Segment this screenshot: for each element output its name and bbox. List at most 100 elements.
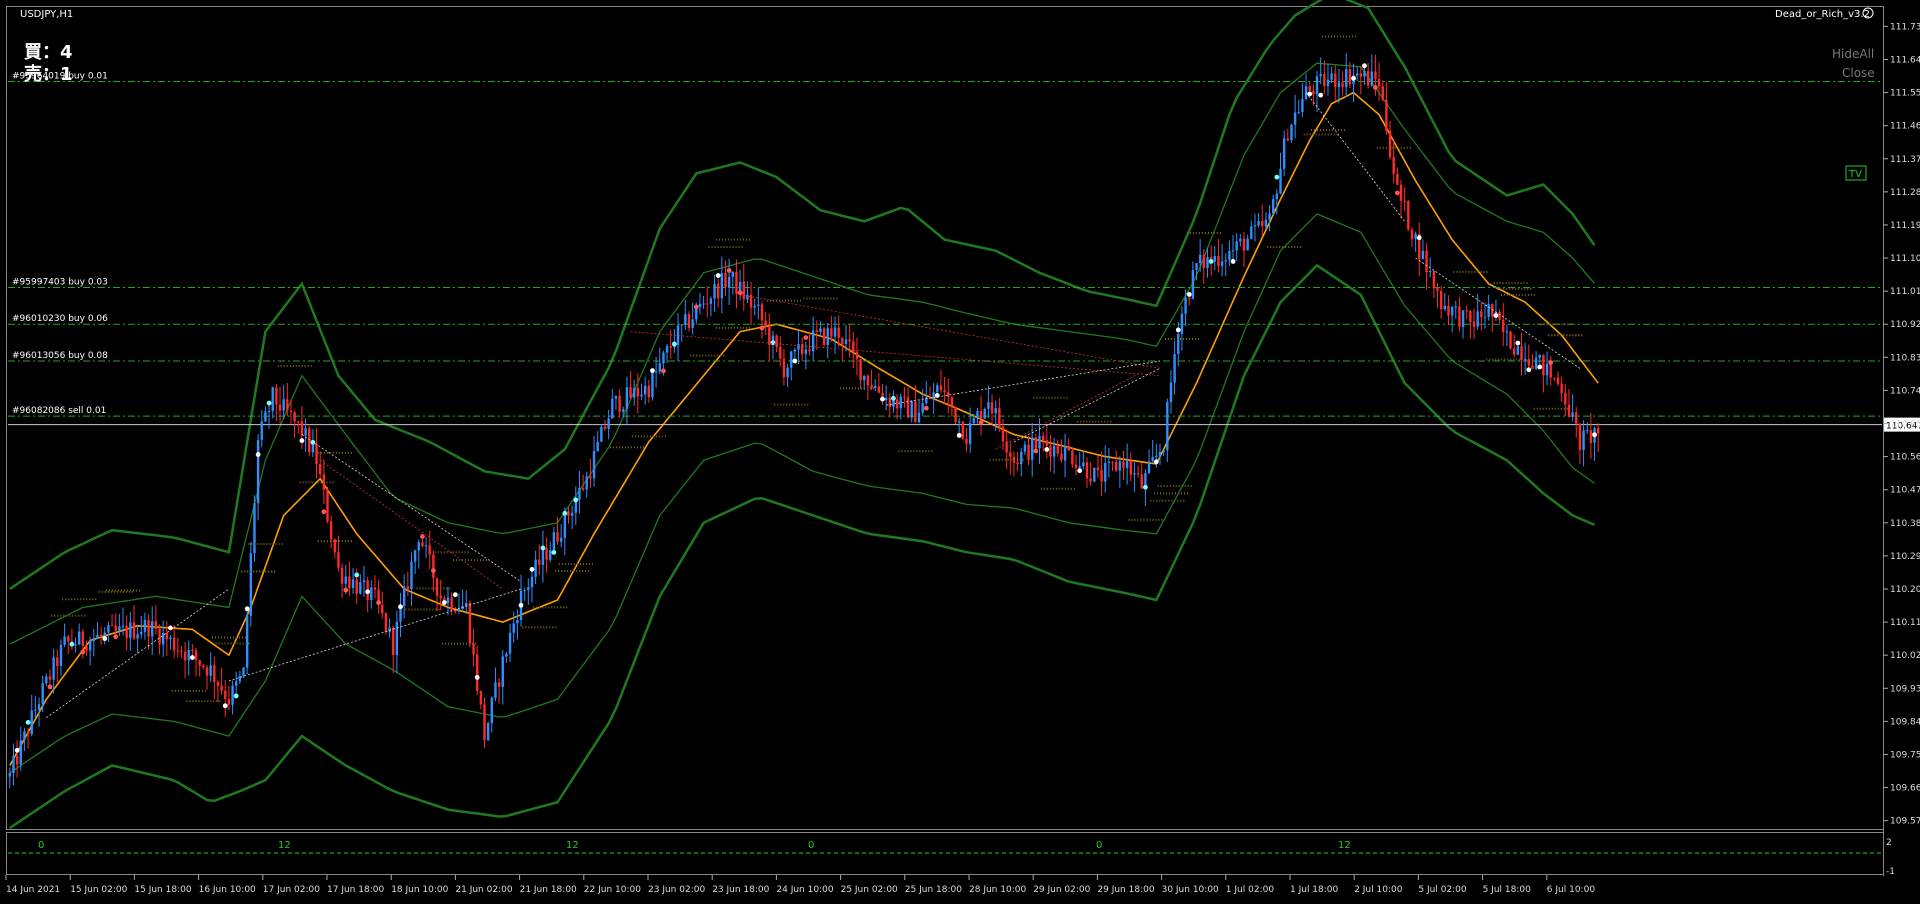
bear-candle [158, 628, 161, 645]
tv-button[interactable]: TV [1848, 169, 1862, 180]
trade-marker [573, 497, 579, 503]
trade-marker [452, 592, 458, 598]
bear-candle [15, 755, 19, 765]
price-tick-label: 110.290 [1890, 552, 1920, 562]
bear-candle [1286, 138, 1290, 141]
bear-candle [1242, 238, 1246, 251]
bear-candle [567, 511, 570, 516]
bull-candle [19, 740, 22, 765]
price-chart[interactable]: #95964019 buy 0.01 #95997403 buy 0.03 #960… [0, 0, 1920, 900]
trade-marker [1230, 259, 1236, 264]
bull-candle [140, 631, 143, 635]
bear-candle [961, 421, 965, 439]
bull-candle [505, 653, 508, 657]
bear-candle [837, 327, 840, 338]
bear-candle [337, 552, 340, 568]
bull-candle [92, 638, 96, 641]
trade-marker [1493, 313, 1499, 318]
bull-candle [1147, 461, 1151, 473]
bull-candle [1487, 303, 1490, 317]
price-tick-label: 111.010 [1890, 287, 1920, 297]
bull-candle [665, 346, 669, 353]
bull-candle [260, 421, 263, 440]
price-tick-label: 110.560 [1890, 453, 1920, 463]
trade-marker [1033, 448, 1039, 454]
bear-candle [1027, 444, 1030, 460]
bull-candle [1414, 233, 1417, 240]
trade-marker [266, 400, 272, 406]
bear-candle [1359, 73, 1363, 77]
price-tick-label: 111.190 [1890, 221, 1920, 231]
bull-candle [570, 512, 574, 516]
bull-candle [1272, 199, 1275, 214]
close-button[interactable]: Close [1842, 66, 1875, 80]
bull-candle [1038, 435, 1041, 449]
time-tick-label: 15 Jun 02:00 [70, 885, 127, 895]
bear-candle [497, 682, 501, 687]
bear-candle [381, 604, 384, 614]
time-tick-label: 14 Jun 2021 [6, 885, 60, 895]
bear-candle [432, 554, 435, 579]
bull-candle [1538, 354, 1541, 358]
bull-candle [727, 276, 731, 288]
bull-candle [1166, 402, 1169, 451]
bear-candle [180, 650, 183, 653]
bull-candle [844, 339, 848, 344]
time-tick-label: 21 Jun 02:00 [455, 885, 512, 895]
bull-candle [643, 385, 647, 395]
bear-candle [1465, 310, 1468, 312]
trade-marker [562, 510, 568, 516]
trade-marker [343, 587, 349, 593]
bull-candle [983, 408, 986, 419]
price-tick-label: 109.930 [1890, 684, 1920, 694]
bear-candle [1578, 423, 1582, 450]
bull-candle [1319, 73, 1322, 77]
bull-candle [654, 371, 658, 373]
bull-candle [819, 328, 822, 332]
time-tick-label: 21 Jun 18:00 [520, 885, 577, 895]
bear-candle [315, 443, 318, 465]
bear-candle [1049, 445, 1052, 457]
bull-candle [1586, 430, 1589, 432]
bull-candle [118, 626, 121, 631]
bull-candle [1224, 260, 1227, 262]
bull-candle [143, 619, 147, 632]
bear-candle [132, 622, 136, 639]
bull-candle [968, 423, 972, 444]
bear-candle [384, 613, 388, 632]
bear-candle [1366, 70, 1370, 86]
time-tick-label: 5 Jul 02:00 [1418, 885, 1467, 895]
bull-candle [651, 372, 654, 398]
bear-candle [1509, 331, 1512, 349]
time-tick-label: 2 Jul 10:00 [1354, 885, 1403, 895]
bear-candle [1410, 229, 1414, 240]
bear-candle [735, 271, 738, 294]
bear-candle [479, 690, 483, 705]
chart-title: USDJPY,H1 [20, 9, 73, 20]
bear-candle [950, 397, 954, 407]
sell-count-label: 売：1 [24, 63, 73, 85]
bull-candle [78, 631, 81, 645]
bear-candle [669, 346, 672, 348]
bull-candle [790, 351, 793, 368]
hide-all-button[interactable]: HideAll [1832, 47, 1874, 61]
bull-candle [633, 387, 636, 398]
bull-candle [490, 697, 494, 723]
trade-marker [934, 393, 940, 398]
bear-candle [1067, 445, 1070, 451]
bear-candle [373, 587, 377, 590]
bear-candle [1385, 99, 1388, 131]
bull-candle [786, 367, 789, 378]
bear-candle [618, 395, 621, 412]
bear-candle [760, 304, 764, 321]
bear-candle [428, 545, 431, 555]
bear-candle [1392, 156, 1395, 174]
bull-candle [1268, 213, 1271, 220]
bull-candle [1279, 168, 1282, 194]
bear-candle [318, 464, 322, 475]
trade-marker [113, 634, 119, 640]
bull-candle [1173, 354, 1176, 383]
bull-candle [1107, 461, 1111, 464]
bear-candle [1553, 377, 1556, 379]
bear-candle [1034, 437, 1038, 449]
